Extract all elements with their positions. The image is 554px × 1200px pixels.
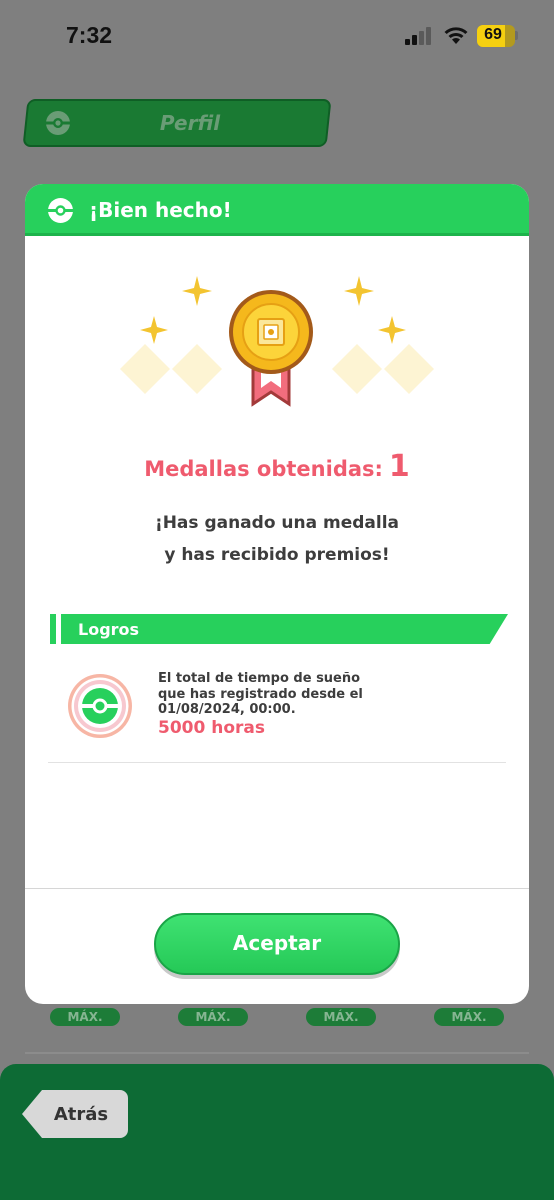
achievement-badge-icon [68, 674, 132, 738]
pokeball-icon [48, 198, 73, 223]
medals-label: Medallas obtenidas: [144, 457, 383, 481]
divider [48, 762, 506, 763]
wifi-icon [444, 27, 468, 44]
divider [25, 1052, 529, 1054]
battery-percent: 69 [484, 26, 502, 43]
medal-illustration [120, 276, 434, 407]
max-badge: MÁX. [434, 1008, 504, 1026]
max-badge: MÁX. [306, 1008, 376, 1026]
achievement-value: 5000 horas [158, 718, 265, 738]
accept-button-label: Aceptar [232, 931, 322, 955]
section-header-gap [56, 614, 61, 644]
achievement-line: El total de tiempo de sueño [158, 671, 361, 686]
section-header-accent [50, 614, 56, 644]
battery-tip [515, 31, 518, 40]
signal-icon [405, 27, 431, 45]
max-badge: MÁX. [50, 1008, 120, 1026]
status-time: 7:32 [66, 22, 113, 48]
battery-icon: 69 [477, 25, 515, 47]
pokeball-icon [46, 111, 70, 135]
medals-count: 1 [388, 449, 410, 484]
accept-button[interactable]: Aceptar [154, 913, 400, 975]
section-title: Logros [78, 620, 140, 639]
achievement-line: 01/08/2024, 00:00. [158, 702, 296, 717]
dialog-header: ¡Bien hecho! [25, 184, 529, 236]
congrats-line: y has recibido premios! [164, 545, 390, 565]
divider [25, 888, 529, 889]
achievement-description: El total de tiempo de sueño que has regi… [158, 671, 478, 718]
dialog-title: ¡Bien hecho! [89, 198, 232, 222]
max-badge: MÁX. [178, 1008, 248, 1026]
congrats-message: ¡Has ganado una medalla y has recibido p… [25, 507, 529, 571]
achievement-dialog: ¡Bien hecho! Medallas obtenidas: 1 ¡Has … [25, 184, 529, 1004]
back-button-label: Atrás [53, 1104, 109, 1125]
achievement-line: que has registrado desde el [158, 686, 363, 702]
status-bar: 7:32 69 [0, 0, 554, 70]
medals-summary: Medallas obtenidas: 1 [25, 449, 529, 484]
tab-perfil-label: Perfil [159, 111, 221, 135]
medal-icon [229, 290, 313, 407]
congrats-line: ¡Has ganado una medalla [154, 513, 400, 533]
